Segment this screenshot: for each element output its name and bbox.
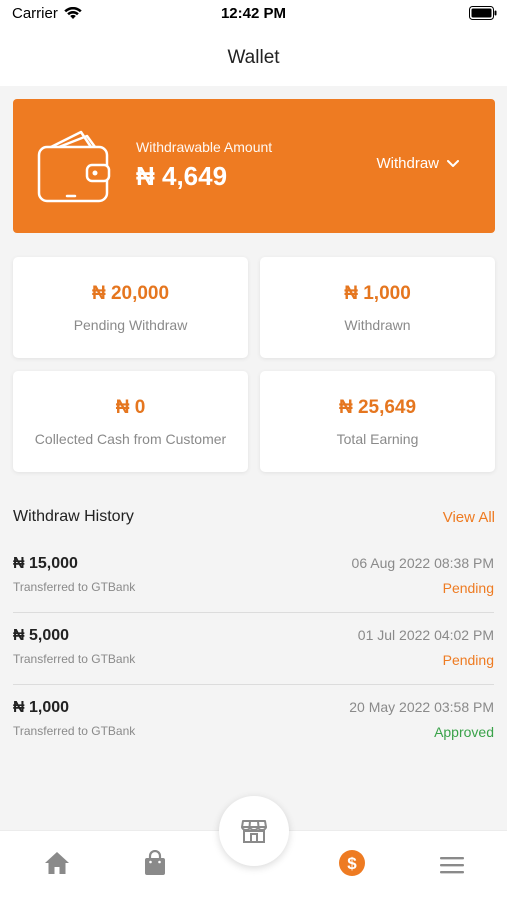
row-bank: Transferred to GTBank (13, 580, 136, 594)
wallet-label: Withdrawable Amount (136, 139, 273, 155)
row-date: 20 May 2022 03:58 PM (349, 699, 494, 715)
page-title: Wallet (227, 47, 280, 68)
status-badge: Approved (434, 724, 494, 740)
svg-text:$: $ (347, 854, 357, 873)
status-badge: Pending (442, 580, 494, 596)
shopping-bag-icon[interactable] (144, 849, 166, 881)
store-icon (241, 820, 267, 843)
stat-card-collected-cash: ₦ 0 Collected Cash from Customer (13, 371, 248, 472)
stat-label: Collected Cash from Customer (34, 430, 227, 447)
stat-label: Pending Withdraw (73, 316, 188, 333)
row-date: 06 Aug 2022 08:38 PM (351, 555, 494, 571)
row-amount: ₦ 1,000 (13, 699, 70, 716)
wallet-amount: ₦ 4,649 (136, 161, 228, 191)
history-row[interactable]: ₦ 1,000 Transferred to GTBank 20 May 202… (13, 685, 494, 757)
stat-label: Total Earning (336, 430, 419, 447)
section-title: Withdraw History (13, 508, 134, 525)
menu-icon[interactable] (440, 856, 464, 879)
withdraw-button[interactable]: Withdraw (376, 155, 459, 172)
stat-card-pending-withdraw: ₦ 20,000 Pending Withdraw (13, 257, 248, 358)
row-amount: ₦ 5,000 (13, 627, 70, 644)
history-row[interactable]: ₦ 15,000 Transferred to GTBank 06 Aug 20… (13, 541, 494, 613)
stat-value: ₦ 0 (115, 396, 146, 418)
row-bank: Transferred to GTBank (13, 724, 136, 738)
row-amount: ₦ 15,000 (13, 555, 78, 572)
view-all-link[interactable]: View All (443, 509, 495, 526)
stat-card-total-earning: ₦ 25,649 Total Earning (260, 371, 495, 472)
history-header: Withdraw History View All (13, 508, 495, 526)
status-badge: Pending (442, 652, 494, 668)
withdraw-label: Withdraw (376, 155, 439, 172)
wallet-icon (37, 127, 115, 210)
status-time: 12:42 PM (220, 5, 287, 22)
row-bank: Transferred to GTBank (13, 652, 136, 666)
row-date: 01 Jul 2022 04:02 PM (357, 627, 494, 643)
stat-value: ₦ 20,000 (91, 282, 170, 304)
home-icon[interactable] (44, 851, 70, 880)
stat-card-withdrawn: ₦ 1,000 Withdrawn (260, 257, 495, 358)
wallet-card: Withdrawable Amount ₦ 4,649 Withdraw (13, 99, 495, 233)
status-bar: Carrier 12:42 PM (0, 0, 507, 30)
stat-label: Withdrawn (344, 316, 411, 333)
store-button[interactable] (219, 796, 289, 866)
dollar-icon[interactable]: $ (338, 849, 366, 882)
chevron-down-icon (447, 159, 459, 167)
stat-value: ₦ 25,649 (338, 396, 417, 418)
stat-value: ₦ 1,000 (344, 282, 411, 304)
history-row[interactable]: ₦ 5,000 Transferred to GTBank 01 Jul 202… (13, 613, 494, 685)
battery-icon (469, 6, 497, 24)
nav-bar: Wallet (0, 30, 507, 86)
